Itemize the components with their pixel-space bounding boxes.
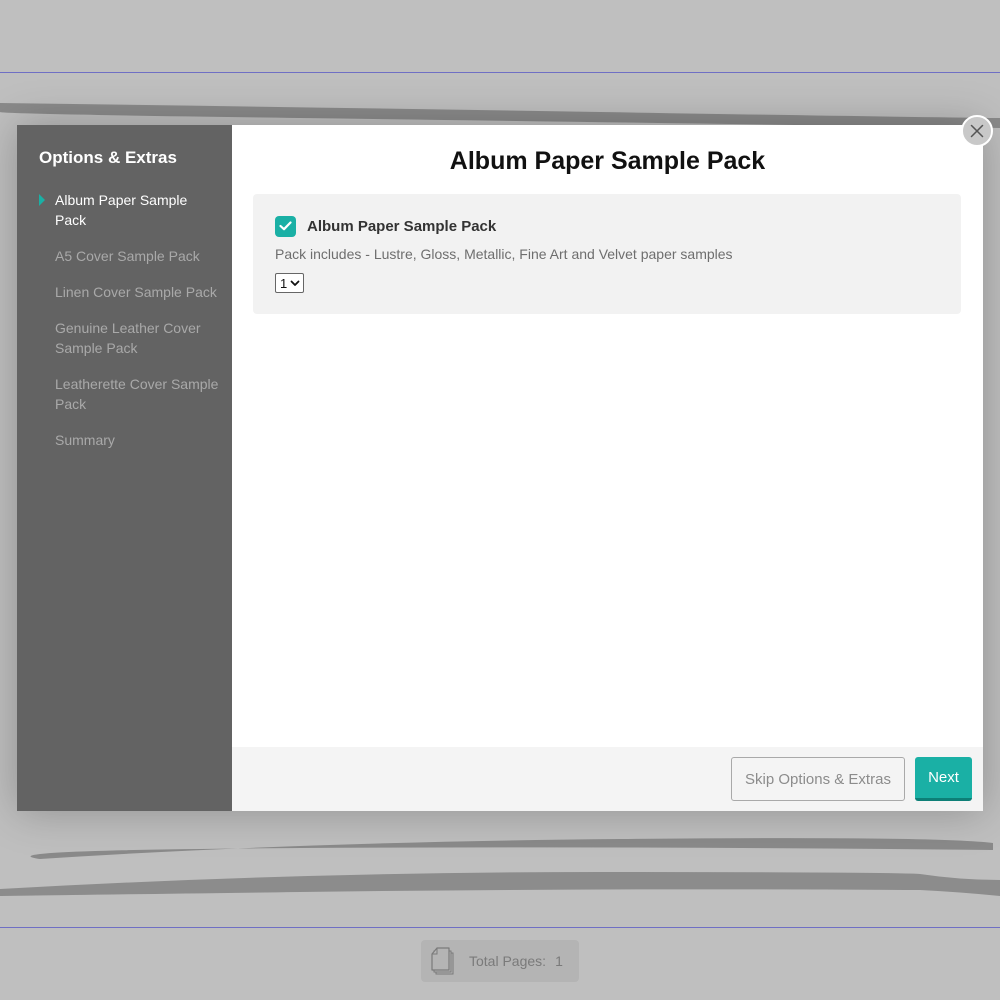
sidebar-item-label: Album Paper Sample Pack [55, 192, 188, 228]
sidebar-nav: Album Paper Sample Pack A5 Cover Sample P… [39, 190, 232, 450]
sidebar-item-label: Summary [55, 432, 115, 448]
sidebar-item[interactable]: Leatherette Cover Sample Pack [39, 374, 232, 414]
brush-stroke-middle [30, 838, 993, 859]
skip-options-button[interactable]: Skip Options & Extras [731, 757, 905, 801]
options-extras-modal: Options & Extras Album Paper Sample Pack… [17, 125, 983, 811]
total-pages-label: Total Pages: [469, 953, 547, 969]
sidebar: Options & Extras Album Paper Sample Pack… [17, 125, 232, 811]
sidebar-title: Options & Extras [39, 148, 177, 167]
next-button[interactable]: Next [915, 757, 972, 801]
quantity-select[interactable]: 1 [275, 273, 305, 293]
option-checkbox[interactable] [275, 215, 296, 237]
modal-footer: Skip Options & Extras Next [232, 747, 983, 811]
total-pages-value: 1 [555, 953, 563, 969]
option-name: Album Paper Sample Pack [307, 217, 497, 235]
option-card: Album Paper Sample Pack Pack includes - … [253, 194, 961, 314]
pages-icon [431, 947, 454, 975]
option-description: Pack includes - Lustre, Gloss, Metallic,… [275, 246, 733, 262]
sidebar-item[interactable]: Linen Cover Sample Pack [39, 282, 232, 302]
chevron-down-icon [290, 280, 300, 287]
sidebar-item[interactable]: A5 Cover Sample Pack [39, 246, 232, 266]
sidebar-item[interactable]: Album Paper Sample Pack [39, 190, 232, 230]
main-panel: Album Paper Sample Pack Album Paper Samp… [232, 125, 983, 811]
sidebar-item-label: Genuine Leather Cover Sample Pack [55, 320, 201, 356]
checkmark-icon [279, 221, 292, 231]
option-header: Album Paper Sample Pack [275, 215, 939, 237]
close-modal-button[interactable] [961, 115, 993, 147]
sidebar-item-label: A5 Cover Sample Pack [55, 248, 200, 264]
total-pages-indicator: Total Pages: 1 [421, 940, 579, 982]
page-title: Album Paper Sample Pack [449, 147, 766, 175]
brush-stroke-bottom [0, 872, 1000, 896]
sidebar-item[interactable]: Summary [39, 430, 232, 450]
active-indicator-icon [39, 194, 45, 206]
sidebar-item-label: Leatherette Cover Sample Pack [55, 376, 219, 412]
sidebar-item-label: Linen Cover Sample Pack [55, 284, 217, 300]
close-icon [970, 124, 984, 138]
sidebar-item[interactable]: Genuine Leather Cover Sample Pack [39, 318, 232, 358]
quantity-value: 1 [280, 275, 288, 291]
